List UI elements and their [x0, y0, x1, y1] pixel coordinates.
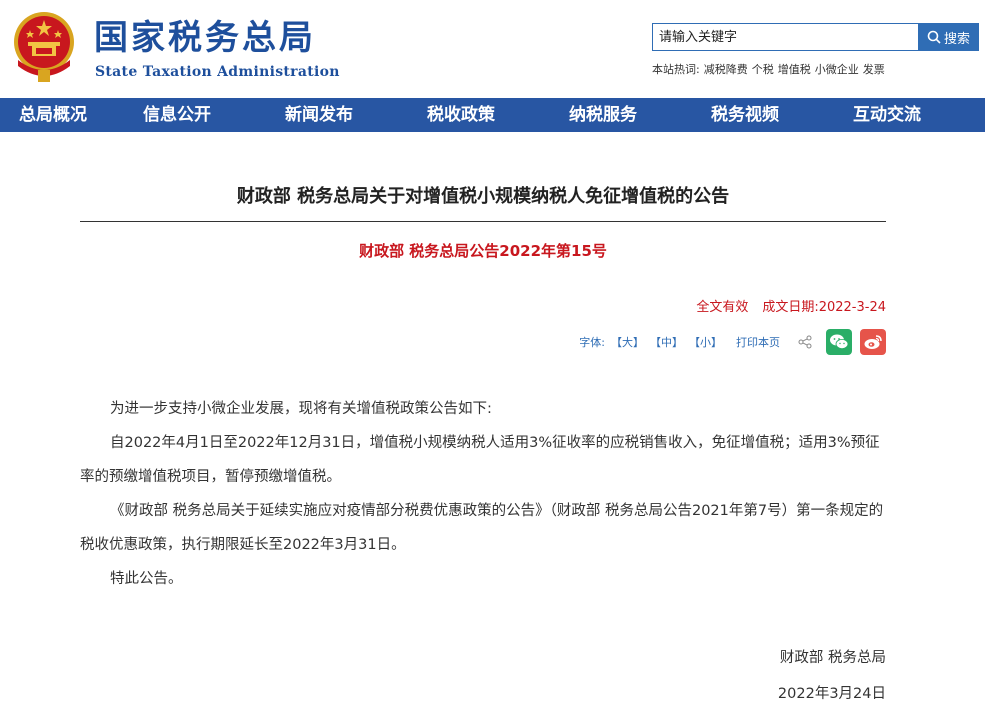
hot-words-label: 本站热词:: [652, 63, 700, 76]
paragraph: 特此公告。: [110, 571, 183, 587]
hot-word[interactable]: 发票: [863, 63, 885, 76]
search-box: [652, 23, 918, 51]
main-nav: 总局概况 信息公开 新闻发布 税收政策 纳税服务 税务视频 互动交流: [0, 98, 985, 132]
hot-word[interactable]: 小微企业: [815, 63, 859, 76]
search-button-label: 搜索: [943, 31, 970, 47]
hot-word[interactable]: 个税: [752, 63, 774, 76]
title-divider: [80, 221, 886, 222]
signature-date: 2022年3月24日: [777, 686, 886, 702]
wechat-icon[interactable]: [826, 329, 852, 355]
nav-item-interaction[interactable]: 互动交流: [816, 98, 958, 132]
nav-item-tax-service[interactable]: 纳税服务: [532, 98, 674, 132]
date-label: 成文日期:: [762, 300, 819, 315]
site-name[interactable]: 国家税务总局: [94, 18, 316, 58]
search-button[interactable]: 搜索: [918, 23, 979, 51]
paragraph: 为进一步支持小微企业发展，现将有关增值税政策公告如下:: [110, 401, 492, 417]
site-name-english: State Taxation Administration: [95, 64, 340, 80]
hot-words: 本站热词: 减税降费 个税 增值税 小微企业 发票: [652, 61, 885, 77]
article-tools: 字体: 【大】 【中】 【小】 打印本页: [579, 328, 886, 356]
article-title: 财政部 税务总局关于对增值税小规模纳税人免征增值税的公告: [236, 186, 730, 207]
font-size-medium[interactable]: 【中】: [650, 334, 683, 350]
paragraph: 《财政部 税务总局关于延续实施应对疫情部分税费优惠政策的公告》（财政部 税务总局…: [80, 503, 884, 553]
share-icon[interactable]: [798, 335, 812, 349]
national-emblem-icon: [14, 12, 74, 82]
paragraph: 自2022年4月1日至2022年12月31日，增值税小规模纳税人适用3%征收率的…: [80, 435, 880, 485]
article-body: 为进一步支持小微企业发展，现将有关增值税政策公告如下: 自2022年4月1日至2…: [80, 392, 886, 596]
font-size-small[interactable]: 【小】: [689, 334, 722, 350]
hot-word[interactable]: 增值税: [778, 63, 811, 76]
nav-item-tax-policy[interactable]: 税收政策: [390, 98, 532, 132]
nav-item-tax-video[interactable]: 税务视频: [674, 98, 816, 132]
font-size-large[interactable]: 【大】: [611, 334, 644, 350]
signature-org: 财政部 税务总局: [779, 650, 886, 666]
date-value: 2022-3-24: [818, 300, 886, 315]
font-size-label: 字体:: [579, 336, 605, 349]
nav-item-news[interactable]: 新闻发布: [248, 98, 390, 132]
nav-item-overview[interactable]: 总局概况: [0, 98, 106, 132]
article-meta: 全文有效 成文日期:2022-3-24: [696, 296, 886, 315]
document-number: 财政部 税务总局公告2022年第15号: [359, 242, 607, 260]
search-input[interactable]: [653, 24, 915, 50]
weibo-icon[interactable]: [860, 329, 886, 355]
hot-word[interactable]: 减税降费: [704, 63, 748, 76]
validity-status: 全文有效: [696, 300, 749, 315]
site-header: 国家税务总局 State Taxation Administration 搜索 …: [0, 0, 985, 98]
nav-item-info-disclosure[interactable]: 信息公开: [106, 98, 248, 132]
search-icon: [927, 30, 941, 44]
print-button[interactable]: 打印本页: [736, 334, 780, 350]
